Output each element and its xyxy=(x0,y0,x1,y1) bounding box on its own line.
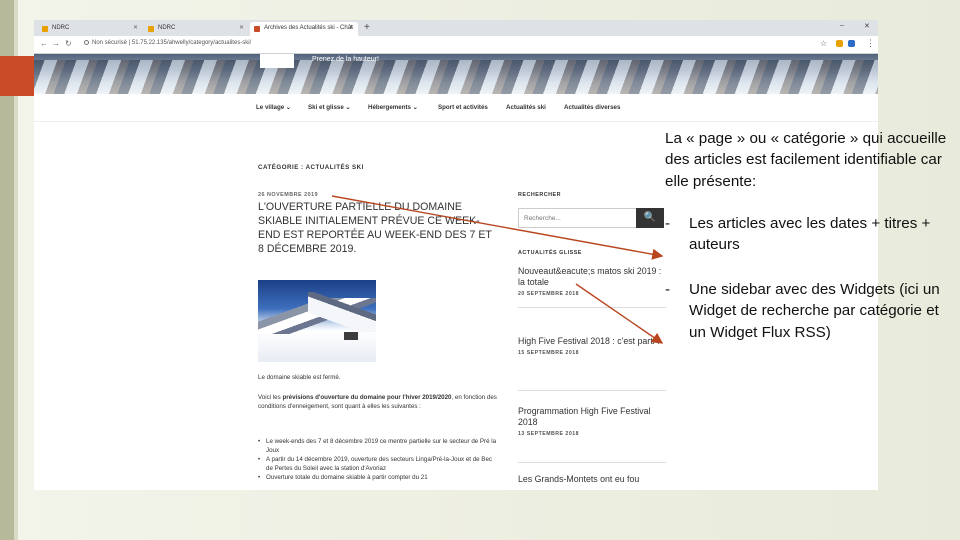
info-icon xyxy=(84,40,89,45)
slide-accent-tab xyxy=(0,56,34,96)
site-navigation: Le village ⌄ Ski et glisse ⌄ Hébergement… xyxy=(34,94,878,122)
browser-tab-active[interactable]: Archives des Actualités ski - Chât ✕ xyxy=(250,22,358,36)
divider xyxy=(518,462,666,463)
rss-item[interactable]: Programmation High Five Festival 2018 13… xyxy=(518,406,666,437)
tab-close-icon[interactable]: ✕ xyxy=(239,24,244,31)
rss-item-title[interactable]: Nouveaut&eacute;s matos ski 2019 : la to… xyxy=(518,266,666,288)
divider xyxy=(518,307,666,308)
divider xyxy=(518,390,666,391)
window-close-button[interactable]: ✕ xyxy=(864,22,870,30)
favicon-icon xyxy=(254,26,260,32)
post-paragraph: Voici les prévisions d'ouverture du doma… xyxy=(258,394,498,411)
rss-item-date: 20 SEPTEMBRE 2018 xyxy=(518,291,579,297)
back-icon[interactable]: ← xyxy=(40,39,48,48)
paragraph-bold: prévisions d'ouverture du domaine pour l… xyxy=(282,394,452,401)
extension-icon[interactable] xyxy=(848,40,855,47)
site-hero-banner: Prenez de la hauteur! xyxy=(34,54,878,94)
rss-item-title[interactable]: Les Grands-Montets ont eu fou xyxy=(518,474,666,485)
mountain-image xyxy=(34,60,878,94)
rss-widget-heading: ACTUALITÉS GLISSE xyxy=(518,250,582,256)
nav-item-hebergements[interactable]: Hébergements ⌄ xyxy=(368,104,418,111)
list-item: Le week-ends des 7 et 8 décembre 2019 ce… xyxy=(258,438,498,455)
forward-icon[interactable]: → xyxy=(52,39,60,48)
post-title[interactable]: L'OUVERTURE PARTIELLE DU DOMAINE SKIABLE… xyxy=(258,200,496,256)
mountain-shape xyxy=(308,292,376,332)
minimize-button[interactable]: – xyxy=(840,22,844,29)
nav-item-ski[interactable]: Ski et glisse ⌄ xyxy=(308,104,351,111)
favicon-icon xyxy=(42,26,48,32)
paragraph-intro: Voici les xyxy=(258,394,281,401)
browser-tab-1[interactable]: NDRC ✕ xyxy=(38,22,142,36)
post-bullet-list: Le week-ends des 7 et 8 décembre 2019 ce… xyxy=(258,438,498,484)
favicon-icon xyxy=(148,26,154,32)
post-date[interactable]: 26 NOVEMBRE 2019 xyxy=(258,192,318,198)
url-text: Non sécurisé | 51.75.22.135/ahwelly/cate… xyxy=(92,40,252,47)
list-item: A partir du 14 décembre 2019, ouverture … xyxy=(258,456,498,473)
annotation-item-text: Une sidebar avec des Widgets (ici un Wid… xyxy=(689,281,940,341)
tab-close-icon[interactable]: ✕ xyxy=(133,24,138,31)
url-field[interactable]: Non sécurisé | 51.75.22.135/ahwelly/cate… xyxy=(84,40,251,46)
site-tagline: Prenez de la hauteur! xyxy=(312,56,379,63)
annotation-item-text: Les articles avec les dates + titres + a… xyxy=(689,215,931,254)
nav-item-sport[interactable]: Sport et activités xyxy=(438,104,488,111)
category-heading: CATÉGORIE : ACTUALITÉS SKI xyxy=(258,164,364,171)
menu-icon[interactable]: ⋮ xyxy=(866,38,875,49)
annotation-dash: - xyxy=(665,281,671,298)
search-widget-heading: RECHERCHER xyxy=(518,192,562,198)
nav-item-actualites-diverses[interactable]: Actualités diverses xyxy=(564,104,620,111)
browser-tab-2[interactable]: NDRC ✕ xyxy=(144,22,248,36)
nav-item-actualites-ski[interactable]: Actualités ski xyxy=(506,104,546,111)
new-tab-button[interactable]: + xyxy=(364,22,370,34)
annotation-intro: La « page » ou « catégorie » qui accueil… xyxy=(665,130,947,190)
bookmark-star-icon[interactable]: ☆ xyxy=(820,39,827,48)
extension-icon[interactable] xyxy=(836,40,843,47)
rss-item-title[interactable]: Programmation High Five Festival 2018 xyxy=(518,406,666,428)
address-bar: ← → ↻ Non sécurisé | 51.75.22.135/ahwell… xyxy=(34,36,878,54)
tab-close-icon[interactable]: ✕ xyxy=(349,24,354,31)
search-input[interactable]: Recherche... xyxy=(518,208,642,228)
rss-item[interactable]: Les Grands-Montets ont eu fou xyxy=(518,474,666,485)
site-logo[interactable] xyxy=(260,54,294,68)
search-icon: 🔍 xyxy=(643,212,657,223)
search-button[interactable]: 🔍 xyxy=(636,208,664,228)
rss-item-date: 13 SEPTEMBRE 2018 xyxy=(518,431,579,437)
browser-tab-bar: NDRC ✕ NDRC ✕ Archives des Actualités sk… xyxy=(34,20,878,36)
rss-item[interactable]: High Five Festival 2018 : c'est parti ! … xyxy=(518,336,666,356)
rss-item-date: 15 SEPTEMBRE 2018 xyxy=(518,350,579,356)
tab-title: NDRC xyxy=(158,25,176,31)
annotation-dash: - xyxy=(665,215,671,232)
nav-item-village[interactable]: Le village ⌄ xyxy=(256,104,291,111)
list-item: Ouverture totale du domaine skiable à pa… xyxy=(258,474,498,483)
post-caption: Le domaine skiable est fermé. xyxy=(258,374,341,381)
rss-item-title[interactable]: High Five Festival 2018 : c'est parti ! xyxy=(518,336,666,347)
reload-icon[interactable]: ↻ xyxy=(65,39,72,48)
rss-item[interactable]: Nouveaut&eacute;s matos ski 2019 : la to… xyxy=(518,266,666,297)
tab-title: Archives des Actualités ski - Chât xyxy=(264,25,353,31)
tab-title: NDRC xyxy=(52,25,70,31)
chalet-shape xyxy=(344,332,358,340)
post-image[interactable] xyxy=(258,280,376,362)
